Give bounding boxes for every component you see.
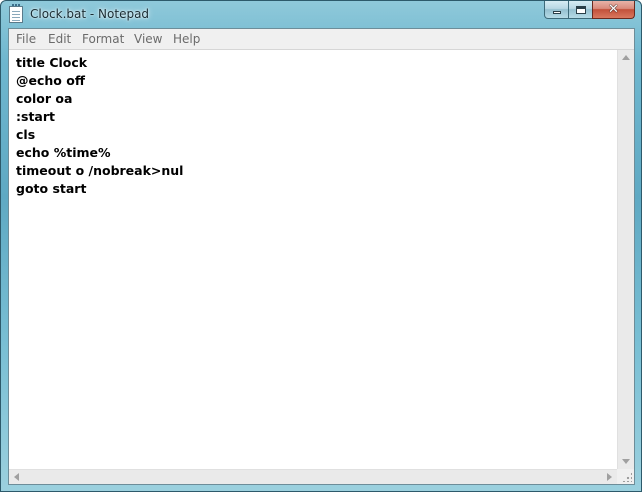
menu-edit[interactable]: Edit [48, 32, 71, 46]
menu-format[interactable]: Format [82, 32, 124, 46]
resize-corner[interactable] [617, 469, 634, 484]
close-icon: ✕ [608, 2, 619, 17]
editor-line: goto start [16, 181, 87, 196]
scroll-right-icon[interactable] [607, 473, 612, 481]
scroll-down-icon[interactable] [622, 459, 630, 464]
client-area: File Edit Format View Help title Clock @… [8, 28, 635, 485]
notepad-icon[interactable] [9, 4, 23, 23]
menu-help[interactable]: Help [173, 32, 200, 46]
text-editor[interactable]: title Clock @echo off color oa :start cl… [9, 50, 617, 469]
editor-line: cls [16, 127, 36, 142]
notepad-window: Clock.bat - Notepad ✕ File Edit Format V… [0, 0, 642, 492]
menu-view[interactable]: View [134, 32, 162, 46]
close-button[interactable]: ✕ [592, 1, 635, 19]
title-bar[interactable]: Clock.bat - Notepad ✕ [1, 1, 641, 27]
menu-bar: File Edit Format View Help [9, 29, 634, 50]
editor-line: :start [16, 109, 55, 124]
resize-grip-icon[interactable] [622, 472, 632, 482]
maximize-icon [575, 5, 586, 14]
minimize-icon [552, 11, 561, 14]
vertical-scrollbar[interactable] [617, 50, 634, 469]
scroll-up-icon[interactable] [622, 55, 630, 60]
scroll-left-icon[interactable] [14, 473, 19, 481]
horizontal-scrollbar[interactable] [9, 469, 617, 484]
maximize-button[interactable] [568, 1, 593, 19]
editor-line: title Clock [16, 55, 88, 70]
editor-line: @echo off [16, 73, 85, 88]
editor-line: echo %time% [16, 145, 111, 160]
window-title: Clock.bat - Notepad [30, 7, 150, 21]
editor-line: timeout o /nobreak>nul [16, 163, 184, 178]
menu-file[interactable]: File [16, 32, 36, 46]
minimize-button[interactable] [544, 1, 569, 19]
editor-line: color oa [16, 91, 73, 106]
